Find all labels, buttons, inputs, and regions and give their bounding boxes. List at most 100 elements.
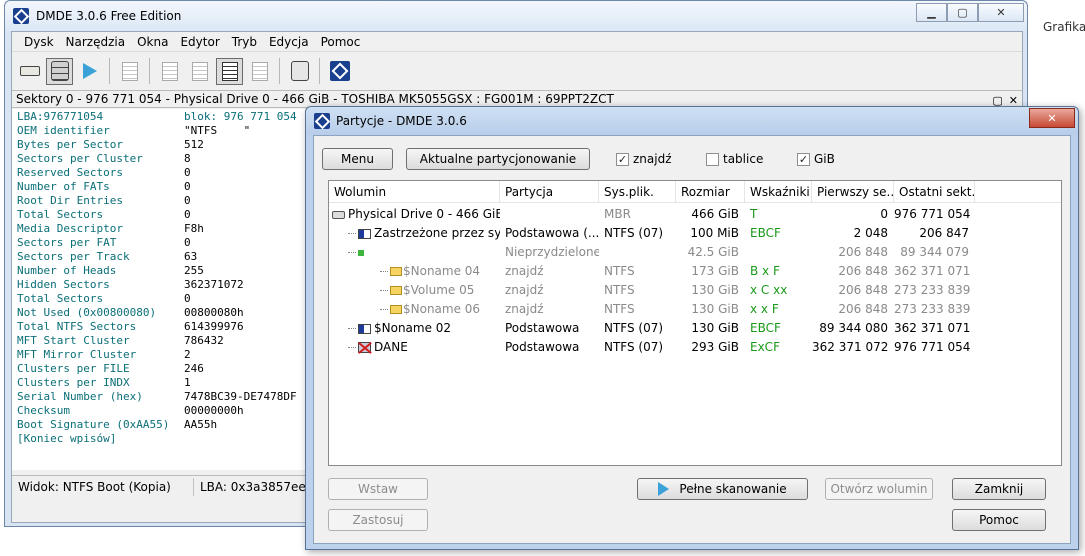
boot-field-row: MFT Mirror Cluster 2 [17,348,312,362]
about-button[interactable] [326,58,353,85]
cell-volume [329,243,500,262]
full-scan-label: Pełne skanowanie [679,482,787,496]
boot-field-name: Boot Signature (0xAA55) [17,418,170,431]
menu-okna[interactable]: Okna [131,35,174,49]
new-doc-button[interactable] [116,58,143,85]
table-row[interactable]: Nieprzydzielone 42.5 GiB 206 848 89 344 079 [329,243,1061,262]
insert-button[interactable]: Wstaw [328,478,428,500]
close-button[interactable]: ✕ [978,3,1024,22]
help-button[interactable]: Pomoc [952,509,1046,531]
table-row[interactable]: Physical Drive 0 - 466 GiB -... MBR 466 Gi… [329,205,1061,224]
windows-button[interactable] [286,58,313,85]
play-button[interactable] [76,58,103,85]
boot-field-row: Root Dir Entries 0 [17,194,312,208]
column-header-first-sector[interactable]: Pierwszy se... [812,181,894,203]
minimize-button[interactable]: ▁ [916,3,947,22]
boot-field-row: Not Used (0x00800080) 00800080h [17,306,312,320]
dialog-titlebar[interactable]: Partycje - DMDE 3.0.6 ✕ [306,107,1078,135]
column-header-partition[interactable]: Partycja [500,181,599,203]
boot-field-name: Bytes per Sector [17,138,123,151]
table-row[interactable]: $Volume 05 znajdź NTFS 130 GiB x C xx 206 848… [329,281,1061,300]
boot-field-row: Hidden Sectors 362371072 [17,278,312,292]
dmde-app-icon [314,113,330,129]
volume-name: Physical Drive 0 - 466 GiB -... [348,207,500,221]
tables-checkbox[interactable]: tablice [706,152,763,166]
find-button[interactable] [246,58,273,85]
boot-field-name: Total NTFS Sectors [17,320,137,333]
boot-field-row: Media Descriptor F8h [17,222,312,236]
view-mode[interactable]: Widok: NTFS Boot (Kopia) [12,477,194,496]
desktop-label: Grafika [1043,20,1085,34]
table-row[interactable]: DANE Podstawowa NTFS (07) 293 GiB ExCF 362 37… [329,338,1061,357]
boot-field-name: Total Sectors [17,292,104,305]
maximize-button[interactable]: ▢ [947,3,978,22]
menu-button[interactable]: Menu [322,148,393,170]
menu-pomoc[interactable]: Pomoc [315,35,367,49]
gib-checkbox[interactable]: ✓ GiB [797,152,835,166]
menu-tryb[interactable]: Tryb [226,35,263,49]
cell-partition [500,205,599,224]
cell-filesystem: NTFS (07) [604,340,664,354]
tables-checkbox-box[interactable] [706,152,719,166]
found-volume-icon [390,286,402,295]
list-view-icon [191,61,208,81]
tree-connector [380,309,388,310]
close-dialog-button[interactable]: Zamknij [952,478,1046,500]
boot-field-value: 2 [184,348,191,361]
boot-field-name: MFT Mirror Cluster [17,348,137,361]
drive-button[interactable] [16,58,43,85]
boot-field-row: Serial Number (hex) 7478BC39-DE7478DF [17,390,312,404]
main-titlebar[interactable]: DMDE 3.0.6 Free Edition ▁ ▢ ✕ [5,1,1027,31]
cell-last-sector: 976 771 054 [894,207,971,221]
full-scan-button[interactable]: Pełne skanowanie [637,478,808,500]
cell-flags: x x F [750,302,779,316]
column-header-volume[interactable]: Wolumin [329,181,500,203]
cell-filesystem: NTFS [604,264,635,278]
menu-edycja[interactable]: Edycja [263,35,315,49]
boot-field-row: Clusters per INDX 1 [17,376,312,390]
find-checkbox-label: znajdź [633,152,672,166]
menu-dysk[interactable]: Dysk [18,35,60,49]
boot-field-value: 246 [184,362,204,375]
dialog-close-button[interactable]: ✕ [1029,108,1075,128]
partition-table: Wolumin Partycja Sys.plik. Rozmiar Wskaź… [328,180,1062,466]
cell-filesystem: NTFS (07) [604,226,664,240]
table-row[interactable]: $Noname 02 Podstawowa NTFS (07) 130 GiB EBCF… [329,319,1061,338]
boot-sector-view[interactable]: LBA:976771054 blok: 976 771 054 OEM identi… [12,109,312,470]
new-document-icon [121,61,138,81]
column-header-size[interactable]: Rozmiar [676,181,745,203]
column-header-last-sector[interactable]: Ostatni sekt... [894,181,975,203]
hex-view-button[interactable] [216,57,243,85]
list-view-button[interactable] [186,58,213,85]
cell-flags: B x F [750,264,780,278]
partition-icon [358,228,371,239]
column-header-flags[interactable]: Wskaźniki [745,181,812,203]
cell-partition: Podstawowa [505,321,580,335]
boot-field-value: blok: 976 771 054 [184,110,297,123]
column-header-filesystem[interactable]: Sys.plik. [599,181,676,203]
table-row[interactable]: Zastrzeżone przez system Podstawowa (... N… [329,224,1061,243]
find-checkbox-box[interactable]: ✓ [616,152,629,166]
gib-checkbox-box[interactable]: ✓ [797,152,810,166]
apply-button[interactable]: Zastosuj [328,509,428,531]
boot-field-name: Serial Number (hex) [17,390,143,403]
menu-narz-dzia[interactable]: Narzędzia [60,35,132,49]
tree-connector [348,233,356,234]
menu-edytor[interactable]: Edytor [174,35,225,49]
dmde-app-icon [13,8,29,24]
table-row[interactable]: $Noname 04 znajdź NTFS 173 GiB B x F 206 848 3… [329,262,1061,281]
open-volume-button[interactable]: Otwórz wolumin [825,478,933,500]
find-checkbox[interactable]: ✓ znajdź [616,152,672,166]
cell-partition: Podstawowa (... [505,226,599,240]
current-partitioning-button[interactable]: Aktualne partycjonowanie [406,148,590,170]
table-row[interactable]: $Noname 06 znajdź NTFS 130 GiB x x F 206 848 2… [329,300,1061,319]
volume-name: $Noname 04 [403,264,481,278]
boot-field-name: Clusters per FILE [17,362,130,375]
partitions-button[interactable] [46,57,73,85]
boot-field-name: Reserved Sectors [17,166,123,179]
tree-view-button[interactable] [156,58,183,85]
tree-connector [348,252,356,253]
cell-first-sector: 206 848 [838,302,888,316]
boot-field-value: 0 [184,292,191,305]
tree-view-icon [161,61,178,81]
